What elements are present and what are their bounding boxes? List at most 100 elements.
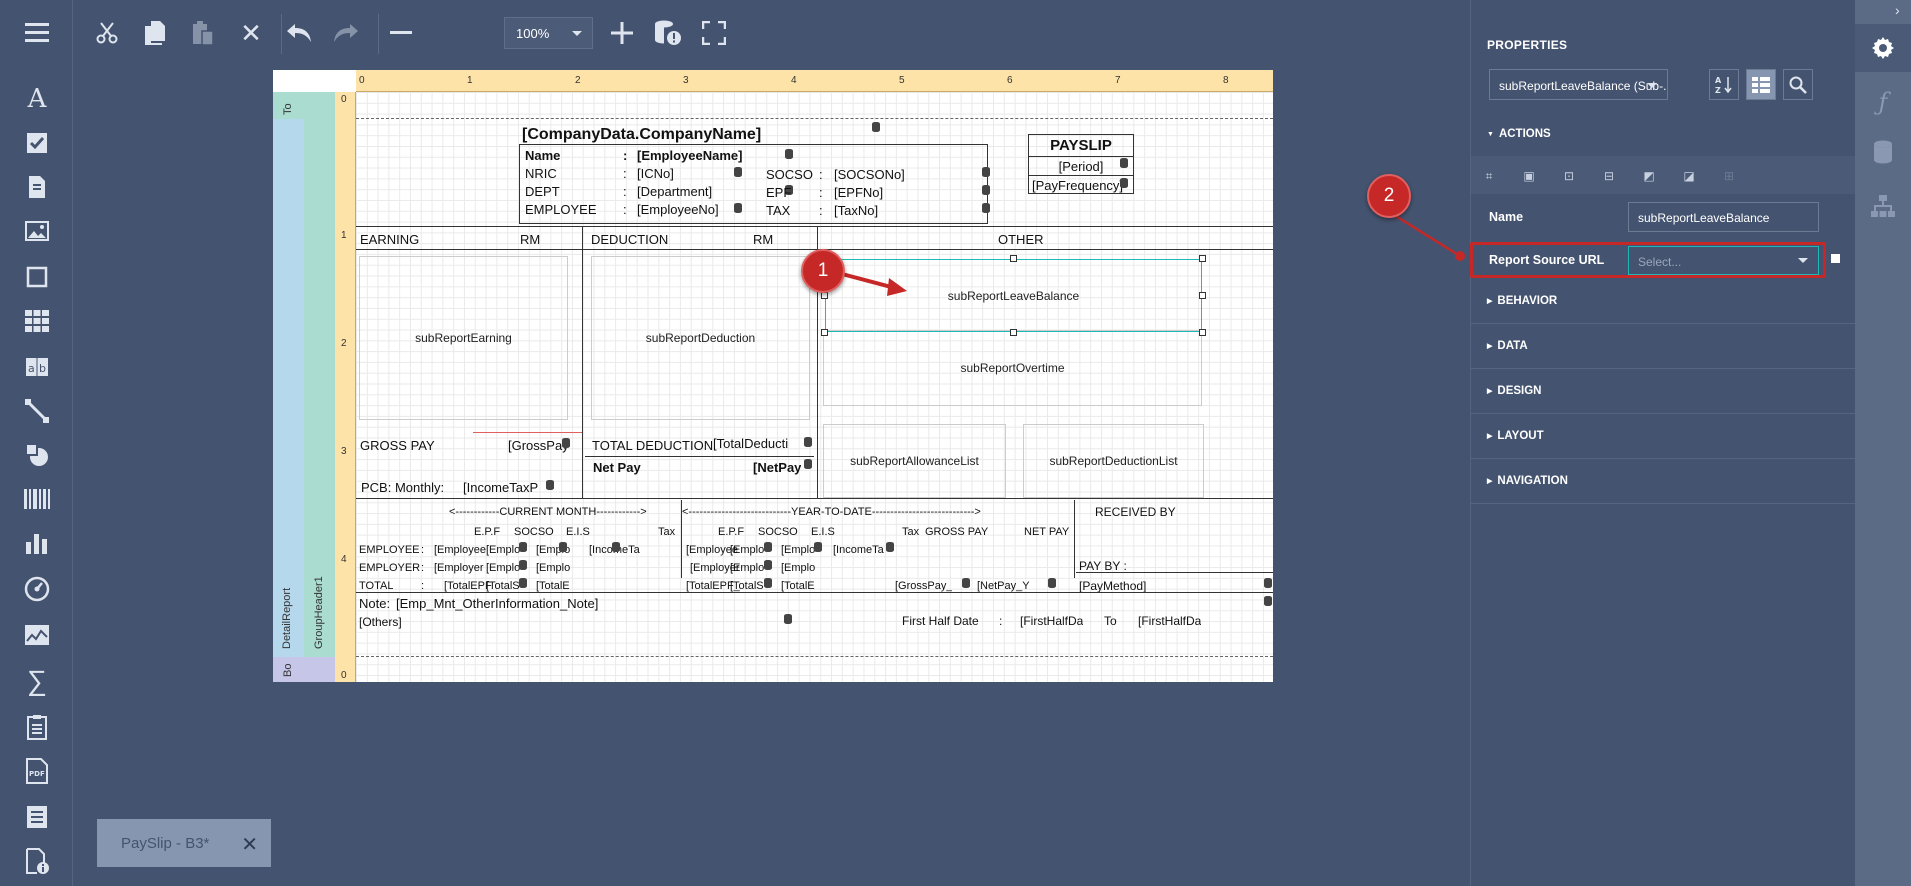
add-icon[interactable]: ⊞: [1721, 168, 1737, 184]
categorized-view-icon[interactable]: [1746, 69, 1776, 100]
others-field[interactable]: [Others]: [359, 614, 402, 630]
resize-handle[interactable]: [821, 329, 828, 336]
zoom-out-icon[interactable]: [386, 17, 416, 49]
fit-bounds-icon[interactable]: ⌗: [1481, 168, 1497, 184]
period-field[interactable]: [Period]: [1028, 159, 1134, 175]
employee-epf-field[interactable]: [Employee: [434, 542, 486, 558]
chart-tool-icon[interactable]: [22, 528, 52, 558]
employee-name-field[interactable]: [EmployeeName]: [637, 148, 742, 164]
ytd-employer-eis-field[interactable]: [Emplo: [781, 560, 815, 576]
subreport-earning[interactable]: subReportEarning: [359, 256, 568, 420]
align-to-grid-icon[interactable]: ⊟: [1601, 168, 1617, 184]
label-tool-icon[interactable]: A: [22, 84, 52, 114]
ytd-employee-socso-field[interactable]: [Emplo: [730, 542, 764, 558]
section-behavior[interactable]: ▶ BEHAVIOR: [1471, 279, 1856, 324]
ytd-employer-socso-field[interactable]: [Emplo: [730, 560, 764, 576]
ytd-employee-eis-field[interactable]: [Emplo: [781, 542, 815, 558]
close-icon[interactable]: ✕: [241, 832, 258, 857]
size-to-grid-icon[interactable]: ⊡: [1561, 168, 1577, 184]
paste-icon[interactable]: [188, 17, 218, 49]
validate-bindings-icon[interactable]: [653, 17, 683, 49]
income-tax-field[interactable]: [IncomeTaxP: [463, 480, 538, 496]
total-deduction-field[interactable]: [TotalDeducti: [713, 436, 788, 452]
properties-gear-icon[interactable]: [1855, 24, 1911, 72]
character-comb-tool-icon[interactable]: ab: [22, 352, 52, 382]
ytd-employee-tax-field[interactable]: [IncomeTa: [833, 542, 884, 558]
gauge-tool-icon[interactable]: [22, 574, 52, 604]
pdf-content-tool-icon[interactable]: PDF: [22, 756, 52, 786]
resize-handle[interactable]: [1010, 329, 1017, 336]
send-to-back-icon[interactable]: ◪: [1681, 168, 1697, 184]
report-explorer-icon[interactable]: [1855, 182, 1911, 230]
rich-text-tool-icon[interactable]: [22, 172, 52, 202]
copy-icon[interactable]: [140, 17, 170, 49]
pay-frequency-field[interactable]: [PayFrequency]: [1032, 178, 1123, 194]
zoom-in-icon[interactable]: [607, 17, 637, 49]
resize-handle[interactable]: [1199, 329, 1206, 336]
bring-to-front-icon[interactable]: ◩: [1641, 168, 1657, 184]
department-field[interactable]: [Department]: [637, 184, 712, 200]
bottom-margin-band[interactable]: Bo: [273, 657, 335, 682]
sort-alphabetical-icon[interactable]: AZ: [1709, 69, 1739, 100]
epf-no-field[interactable]: [EPFNo]: [834, 185, 883, 201]
divider: [1028, 175, 1134, 176]
menu-icon[interactable]: [22, 18, 52, 48]
net-pay-field[interactable]: [NetPay: [753, 460, 801, 476]
page-info-tool-icon[interactable]: [22, 846, 52, 876]
section-navigation[interactable]: ▶ NAVIGATION: [1471, 459, 1856, 504]
subreport-allowance-list[interactable]: subReportAllowanceList: [823, 424, 1006, 498]
search-icon[interactable]: [1783, 69, 1813, 100]
component-select[interactable]: subReportLeaveBalance (Sub-...: [1489, 69, 1668, 100]
name-input[interactable]: subReportLeaveBalance: [1628, 202, 1819, 232]
ic-no-field[interactable]: [ICNo]: [637, 166, 674, 182]
field-list-database-icon[interactable]: [1855, 128, 1911, 176]
barcode-tool-icon[interactable]: [22, 484, 52, 514]
report-design-surface[interactable]: To DetailReport GroupHeader1 Bo 0 1 2 3 …: [273, 70, 1273, 682]
shape-tool-icon[interactable]: [22, 440, 52, 470]
sparkline-tool-icon[interactable]: [22, 620, 52, 650]
panel-tool-icon[interactable]: [22, 262, 52, 292]
company-name-field[interactable]: [CompanyData.CompanyName]: [522, 125, 761, 145]
fit-to-container-icon[interactable]: ▣: [1521, 168, 1537, 184]
resize-handle[interactable]: [1199, 255, 1206, 262]
group-header-band[interactable]: GroupHeader1: [304, 119, 335, 657]
section-design[interactable]: ▶ DESIGN: [1471, 369, 1856, 414]
delete-icon[interactable]: ✕: [236, 17, 266, 49]
collapse-icon[interactable]: ›: [1895, 2, 1900, 18]
top-margin-band[interactable]: To: [273, 92, 335, 119]
employee-socso-field[interactable]: [Emplo: [486, 542, 520, 558]
resize-handle[interactable]: [1199, 292, 1206, 299]
section-layout[interactable]: ▶ LAYOUT: [1471, 414, 1856, 459]
employer-eis-field[interactable]: [Emplo: [536, 560, 570, 576]
undo-icon[interactable]: [284, 17, 314, 49]
fullscreen-icon[interactable]: [699, 17, 729, 49]
expressions-icon[interactable]: ƒ: [1855, 78, 1911, 126]
employee-no-field[interactable]: [EmployeeNo]: [637, 202, 719, 218]
table-of-contents-tool-icon[interactable]: [22, 802, 52, 832]
socso-no-field[interactable]: [SOCSONo]: [834, 167, 905, 183]
cut-icon[interactable]: [92, 17, 122, 49]
section-actions[interactable]: ▼ ACTIONS: [1471, 112, 1856, 157]
redo-icon[interactable]: [331, 17, 361, 49]
section-data[interactable]: ▶ DATA: [1471, 324, 1856, 369]
employer-socso-field[interactable]: [Emplo: [486, 560, 520, 576]
picture-tool-icon[interactable]: [22, 216, 52, 246]
summary-tool-icon[interactable]: ∑: [22, 665, 52, 696]
document-tab[interactable]: PaySlip - B3* ✕: [97, 819, 271, 867]
table-tool-icon[interactable]: [22, 306, 52, 336]
subreport-tool-icon[interactable]: [22, 712, 52, 742]
gross-pay-field[interactable]: [GrossPay: [508, 438, 569, 454]
first-half-date-field[interactable]: [FirstHalfDa: [1020, 613, 1083, 629]
zoom-select[interactable]: 100%: [504, 17, 593, 49]
subreport-deduction-list[interactable]: subReportDeductionList: [1023, 424, 1204, 498]
checkbox-tool-icon[interactable]: [22, 128, 52, 158]
resize-handle[interactable]: [1010, 255, 1017, 262]
line-tool-icon[interactable]: [22, 396, 52, 426]
note-field[interactable]: [Emp_Mnt_OtherInformation_Note]: [396, 596, 598, 612]
tax-no-field[interactable]: [TaxNo]: [834, 203, 878, 219]
first-half-date-end-field[interactable]: [FirstHalfDa: [1138, 613, 1201, 629]
subreport-overtime[interactable]: subReportOvertime: [823, 330, 1202, 406]
report-canvas[interactable]: [CompanyData.CompanyName] Name NRIC DEPT…: [356, 92, 1273, 682]
employer-epf-field[interactable]: [Employer: [434, 560, 484, 576]
subreport-deduction[interactable]: subReportDeduction: [591, 256, 810, 420]
